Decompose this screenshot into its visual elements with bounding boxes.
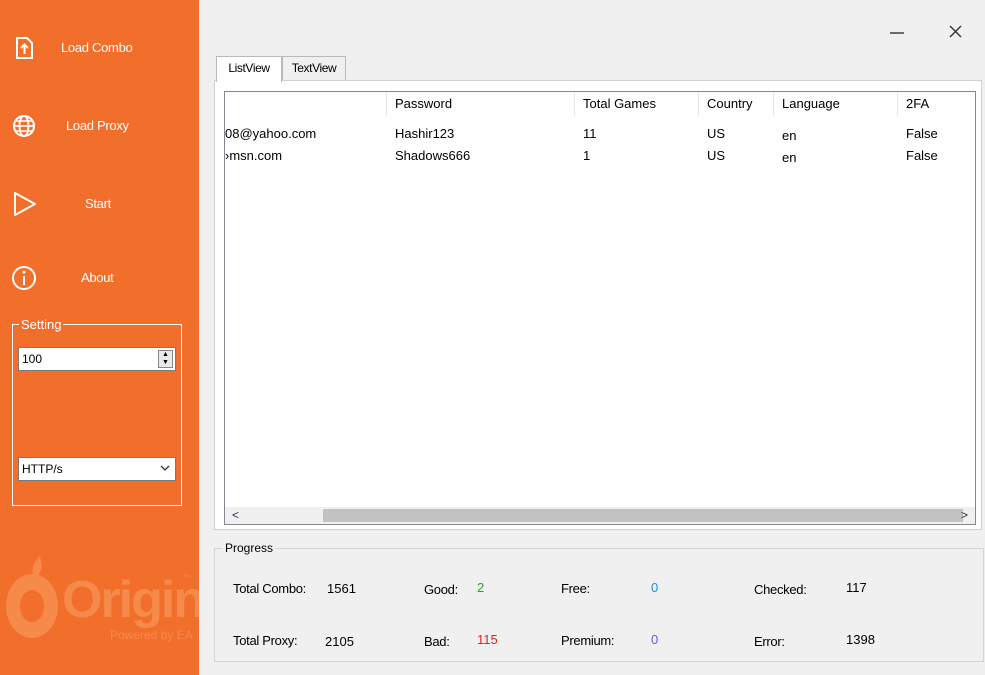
logo-text: Origin — [62, 571, 199, 629]
bad-value: 115 — [477, 632, 498, 647]
free-label: Free: — [561, 581, 590, 596]
progress-legend: Progress — [223, 541, 276, 555]
minimize-button[interactable] — [883, 18, 911, 46]
minimize-icon — [890, 32, 904, 34]
load-proxy-button[interactable]: Load Proxy — [0, 106, 199, 146]
free-value: 0 — [651, 580, 659, 595]
premium-label: Premium: — [561, 633, 615, 648]
tab-panel: Password Total Games Country Language 2F… — [214, 80, 982, 530]
cell-password: Shadows666 — [395, 148, 471, 163]
premium-value: 0 — [651, 632, 659, 647]
cell-country: US — [707, 126, 726, 141]
cell-password: Hashir123 — [395, 126, 455, 141]
cell-language: en — [782, 150, 797, 165]
spin-down-icon[interactable]: ▼ — [159, 359, 172, 367]
good-value: 2 — [477, 580, 485, 595]
listview-header: Password Total Games Country Language 2F… — [225, 92, 975, 116]
logo-subtitle: Powered by EA — [110, 628, 193, 642]
spin-up-icon[interactable]: ▲ — [159, 351, 172, 359]
start-button[interactable]: Start — [0, 184, 199, 224]
table-row[interactable]: 08@yahoo.com Hashir123 11 US en False — [225, 123, 975, 145]
bad-label: Bad: — [424, 634, 450, 649]
good-label: Good: — [424, 582, 458, 597]
results-listview[interactable]: Password Total Games Country Language 2F… — [224, 91, 976, 525]
column-header-language[interactable]: Language — [774, 92, 898, 116]
cell-total-games: 1 — [583, 148, 591, 163]
threads-value: 100 — [22, 352, 43, 366]
horizontal-scrollbar[interactable]: < > — [225, 507, 975, 524]
setting-legend: Setting — [19, 317, 64, 332]
proxy-type-value: HTTP/s — [22, 462, 63, 476]
proxy-type-select[interactable]: HTTP/s — [18, 457, 176, 481]
load-combo-label: Load Combo — [61, 40, 133, 55]
scrollbar-thumb[interactable] — [323, 509, 963, 522]
chevron-down-icon — [160, 465, 170, 471]
about-button[interactable]: About — [0, 258, 199, 298]
spin-buttons[interactable]: ▲ ▼ — [158, 350, 173, 368]
close-button[interactable] — [941, 18, 969, 46]
cell-email: 08@yahoo.com — [225, 126, 317, 141]
tab-textview[interactable]: TextView — [282, 56, 346, 81]
error-value: 1398 — [846, 632, 875, 647]
sidebar: Load Combo Load Proxy Start About Settin… — [0, 0, 199, 675]
table-row[interactable]: ›msn.com Shadows666 1 US en False — [225, 145, 975, 167]
total-proxy-label: Total Proxy: — [233, 633, 298, 648]
total-proxy-value: 2105 — [325, 634, 354, 649]
tab-listview[interactable]: ListView — [216, 56, 282, 82]
origin-logo: Origin ™ Powered by EA — [0, 540, 199, 660]
total-combo-value: 1561 — [327, 581, 356, 596]
origin-logo-icon — [6, 556, 58, 638]
column-header-country[interactable]: Country — [699, 92, 774, 116]
total-combo-label: Total Combo: — [233, 581, 306, 596]
upload-file-icon — [16, 37, 33, 59]
info-icon — [12, 266, 36, 290]
close-icon — [949, 25, 962, 38]
setting-group: Setting 100 ▲ ▼ HTTP/s — [12, 317, 182, 506]
logo-tm: ™ — [183, 574, 190, 581]
cell-language: en — [782, 128, 797, 143]
checked-label: Checked: — [754, 582, 807, 597]
column-header-email[interactable] — [225, 92, 387, 116]
cell-2fa: False — [906, 126, 938, 141]
start-label: Start — [85, 196, 111, 211]
cell-total-games: 11 — [583, 126, 597, 141]
column-header-total-games[interactable]: Total Games — [575, 92, 699, 116]
globe-icon — [13, 115, 35, 137]
column-header-2fa[interactable]: 2FA — [898, 92, 975, 116]
threads-stepper[interactable]: 100 ▲ ▼ — [18, 347, 176, 371]
about-label: About — [81, 270, 114, 285]
scroll-right-icon[interactable]: > — [956, 507, 973, 524]
load-combo-button[interactable]: Load Combo — [0, 28, 199, 68]
error-label: Error: — [754, 634, 785, 649]
progress-group: Progress Total Combo: 1561 Total Proxy: … — [214, 541, 984, 662]
checked-value: 117 — [846, 580, 867, 595]
load-proxy-label: Load Proxy — [66, 118, 129, 133]
column-header-password[interactable]: Password — [387, 92, 575, 116]
cell-email: ›msn.com — [225, 148, 283, 163]
cell-2fa: False — [906, 148, 938, 163]
scroll-left-icon[interactable]: < — [227, 507, 244, 524]
cell-country: US — [707, 148, 726, 163]
play-icon — [14, 192, 36, 216]
